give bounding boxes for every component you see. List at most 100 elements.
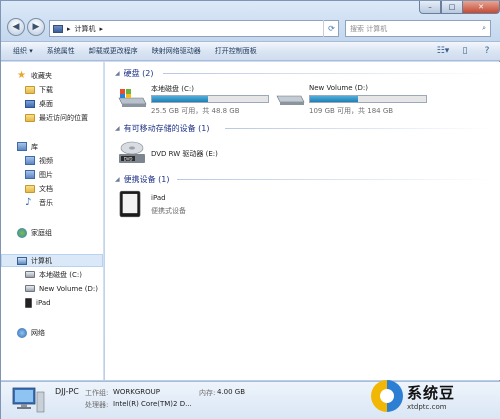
- drive-name: DVD RW 驱动器 (E:): [151, 150, 218, 158]
- sidebar-item-label: 文档: [39, 184, 53, 193]
- navigation-pane: ★ 收藏夹 下载 桌面 最近访问的位置 库 视频 图片 文档 ♪ 音乐 家庭组 …: [1, 62, 104, 380]
- open-control-panel-button[interactable]: 打开控制面板: [215, 46, 257, 56]
- sidebar-libraries[interactable]: 库: [17, 140, 38, 153]
- sidebar-item-label: 收藏夹: [31, 71, 52, 80]
- sidebar-network[interactable]: 网络: [17, 326, 45, 339]
- breadcrumb-computer[interactable]: 计算机: [75, 24, 96, 34]
- downloads-folder-icon: [25, 85, 35, 94]
- search-icon[interactable]: ⌕: [482, 24, 486, 33]
- drive-name: 本地磁盘 (C:): [151, 85, 194, 93]
- maximize-button[interactable]: □: [441, 1, 463, 14]
- hard-drive-icon: [25, 271, 35, 278]
- sidebar-favorites[interactable]: ★ 收藏夹: [17, 69, 52, 82]
- group-header-removable[interactable]: ◢ 有可移动存储的设备 (1): [115, 123, 210, 134]
- processor-label: 处理器:: [85, 401, 109, 409]
- collapse-triangle-icon[interactable]: ◢: [115, 176, 120, 183]
- sidebar-item-local-disk-c[interactable]: 本地磁盘 (C:): [25, 268, 82, 281]
- device-name: iPad: [151, 194, 166, 202]
- help-icon[interactable]: ?: [481, 45, 493, 57]
- sidebar-item-desktop[interactable]: 桌面: [25, 97, 53, 110]
- watermark-logo-icon: [371, 380, 403, 412]
- collapse-triangle-icon[interactable]: ◢: [115, 70, 120, 77]
- drive-item-dvd[interactable]: DVD DVD RW 驱动器 (E:): [117, 138, 257, 168]
- refresh-icon[interactable]: ⟳: [323, 20, 339, 37]
- sidebar-homegroup[interactable]: 家庭组: [17, 226, 52, 239]
- drive-free-space: 25.5 GB 可用，共 48.8 GB: [151, 107, 240, 115]
- sidebar-item-label: 图片: [39, 170, 53, 179]
- sidebar-item-label: 库: [31, 142, 38, 151]
- workgroup-label: 工作组:: [85, 389, 109, 397]
- sidebar-item-label: 最近访问的位置: [39, 113, 88, 122]
- explorer-window: – □ ✕ ◀ ▶ ▸ 计算机 ▸ ⟳ 搜索 计算机 ⌕ 组织 ▾ 系统属性 卸…: [0, 0, 500, 419]
- windows-drive-icon: [118, 89, 147, 107]
- forward-button[interactable]: ▶: [27, 18, 45, 36]
- search-input[interactable]: 搜索 计算机 ⌕: [345, 20, 491, 37]
- sidebar-item-music[interactable]: ♪ 音乐: [25, 196, 53, 209]
- network-icon: [17, 327, 27, 338]
- group-title: 硬盘 (2): [123, 69, 154, 78]
- watermark-title: 系统豆: [407, 383, 456, 402]
- drive-usage-fill: [152, 96, 208, 102]
- sidebar-item-label: 家庭组: [31, 228, 52, 237]
- drive-item-d[interactable]: New Volume (D:) 109 GB 可用，共 184 GB: [275, 84, 435, 118]
- group-title: 便携设备 (1): [123, 175, 170, 184]
- pictures-icon: [25, 170, 35, 179]
- uninstall-program-button[interactable]: 卸载或更改程序: [89, 46, 138, 56]
- drive-usage-fill: [310, 96, 358, 102]
- breadcrumb-separator-2: ▸: [99, 24, 104, 33]
- view-options-icon[interactable]: ☷▾: [437, 45, 450, 57]
- watermark-url: xtdptc.com: [407, 402, 447, 411]
- group-divider: [177, 179, 493, 180]
- group-divider: [163, 73, 493, 74]
- dvd-drive-icon: DVD: [119, 141, 145, 163]
- organize-menu[interactable]: 组织 ▾: [13, 46, 33, 56]
- sidebar-item-volume-d[interactable]: New Volume (D:): [25, 282, 98, 295]
- videos-icon: [25, 156, 35, 165]
- close-button[interactable]: ✕: [462, 1, 500, 14]
- sidebar-item-recent-places[interactable]: 最近访问的位置: [25, 111, 88, 124]
- sidebar-item-label: 视频: [39, 156, 53, 165]
- breadcrumb-separator: ▸: [67, 24, 71, 33]
- desktop-icon: [25, 99, 35, 108]
- sidebar-item-videos[interactable]: 视频: [25, 154, 53, 167]
- sidebar-item-downloads[interactable]: 下载: [25, 83, 53, 96]
- sidebar-item-label: iPad: [36, 298, 51, 307]
- device-type: 便携式设备: [151, 207, 186, 215]
- minimize-button[interactable]: –: [419, 1, 441, 14]
- computer-icon: [17, 256, 27, 265]
- drive-free-space: 109 GB 可用，共 184 GB: [309, 107, 394, 115]
- group-header-hard-drives[interactable]: ◢ 硬盘 (2): [115, 68, 154, 79]
- collapse-triangle-icon[interactable]: ◢: [115, 125, 120, 132]
- hard-drive-icon: [25, 285, 35, 292]
- sidebar-item-documents[interactable]: 文档: [25, 182, 53, 195]
- ipad-icon: [119, 190, 141, 218]
- star-icon: ★: [17, 69, 26, 81]
- sidebar-item-label: 桌面: [39, 99, 53, 108]
- address-bar[interactable]: ▸ 计算机 ▸: [49, 20, 339, 37]
- music-icon: ♪: [25, 196, 32, 208]
- sidebar-item-pictures[interactable]: 图片: [25, 168, 53, 181]
- map-network-drive-button[interactable]: 映射网络驱动器: [152, 46, 201, 56]
- group-header-portable[interactable]: ◢ 便携设备 (1): [115, 174, 170, 185]
- sidebar-item-ipad[interactable]: iPad: [25, 296, 51, 309]
- command-bar: 组织 ▾ 系统属性 卸载或更改程序 映射网络驱动器 打开控制面板 ☷▾ ▯ ?: [1, 41, 500, 61]
- sidebar-item-label: 网络: [31, 328, 45, 337]
- ipad-icon: [25, 297, 32, 308]
- device-item-ipad[interactable]: iPad 便携式设备: [119, 190, 239, 222]
- search-placeholder: 搜索 计算机: [350, 24, 388, 33]
- preview-pane-icon[interactable]: ▯: [459, 45, 471, 57]
- watermark-text: 系统豆 xtdptc.com: [407, 382, 455, 411]
- computer-icon: [53, 24, 63, 33]
- drive-usage-bar: [151, 95, 269, 103]
- drive-item-c[interactable]: 本地磁盘 (C:) 25.5 GB 可用，共 48.8 GB: [117, 84, 277, 118]
- memory-label: 内存:: [199, 389, 216, 397]
- system-properties-button[interactable]: 系统属性: [47, 46, 75, 56]
- sidebar-item-label: 音乐: [39, 198, 53, 207]
- memory-value: 4.00 GB: [217, 388, 246, 396]
- sidebar-item-label: 下载: [39, 85, 53, 94]
- sidebar-computer[interactable]: 计算机: [1, 254, 103, 267]
- library-icon: [17, 142, 27, 151]
- sidebar-item-label: New Volume (D:): [39, 284, 98, 293]
- sidebar-item-label: 计算机: [31, 256, 52, 265]
- back-button[interactable]: ◀: [7, 18, 25, 36]
